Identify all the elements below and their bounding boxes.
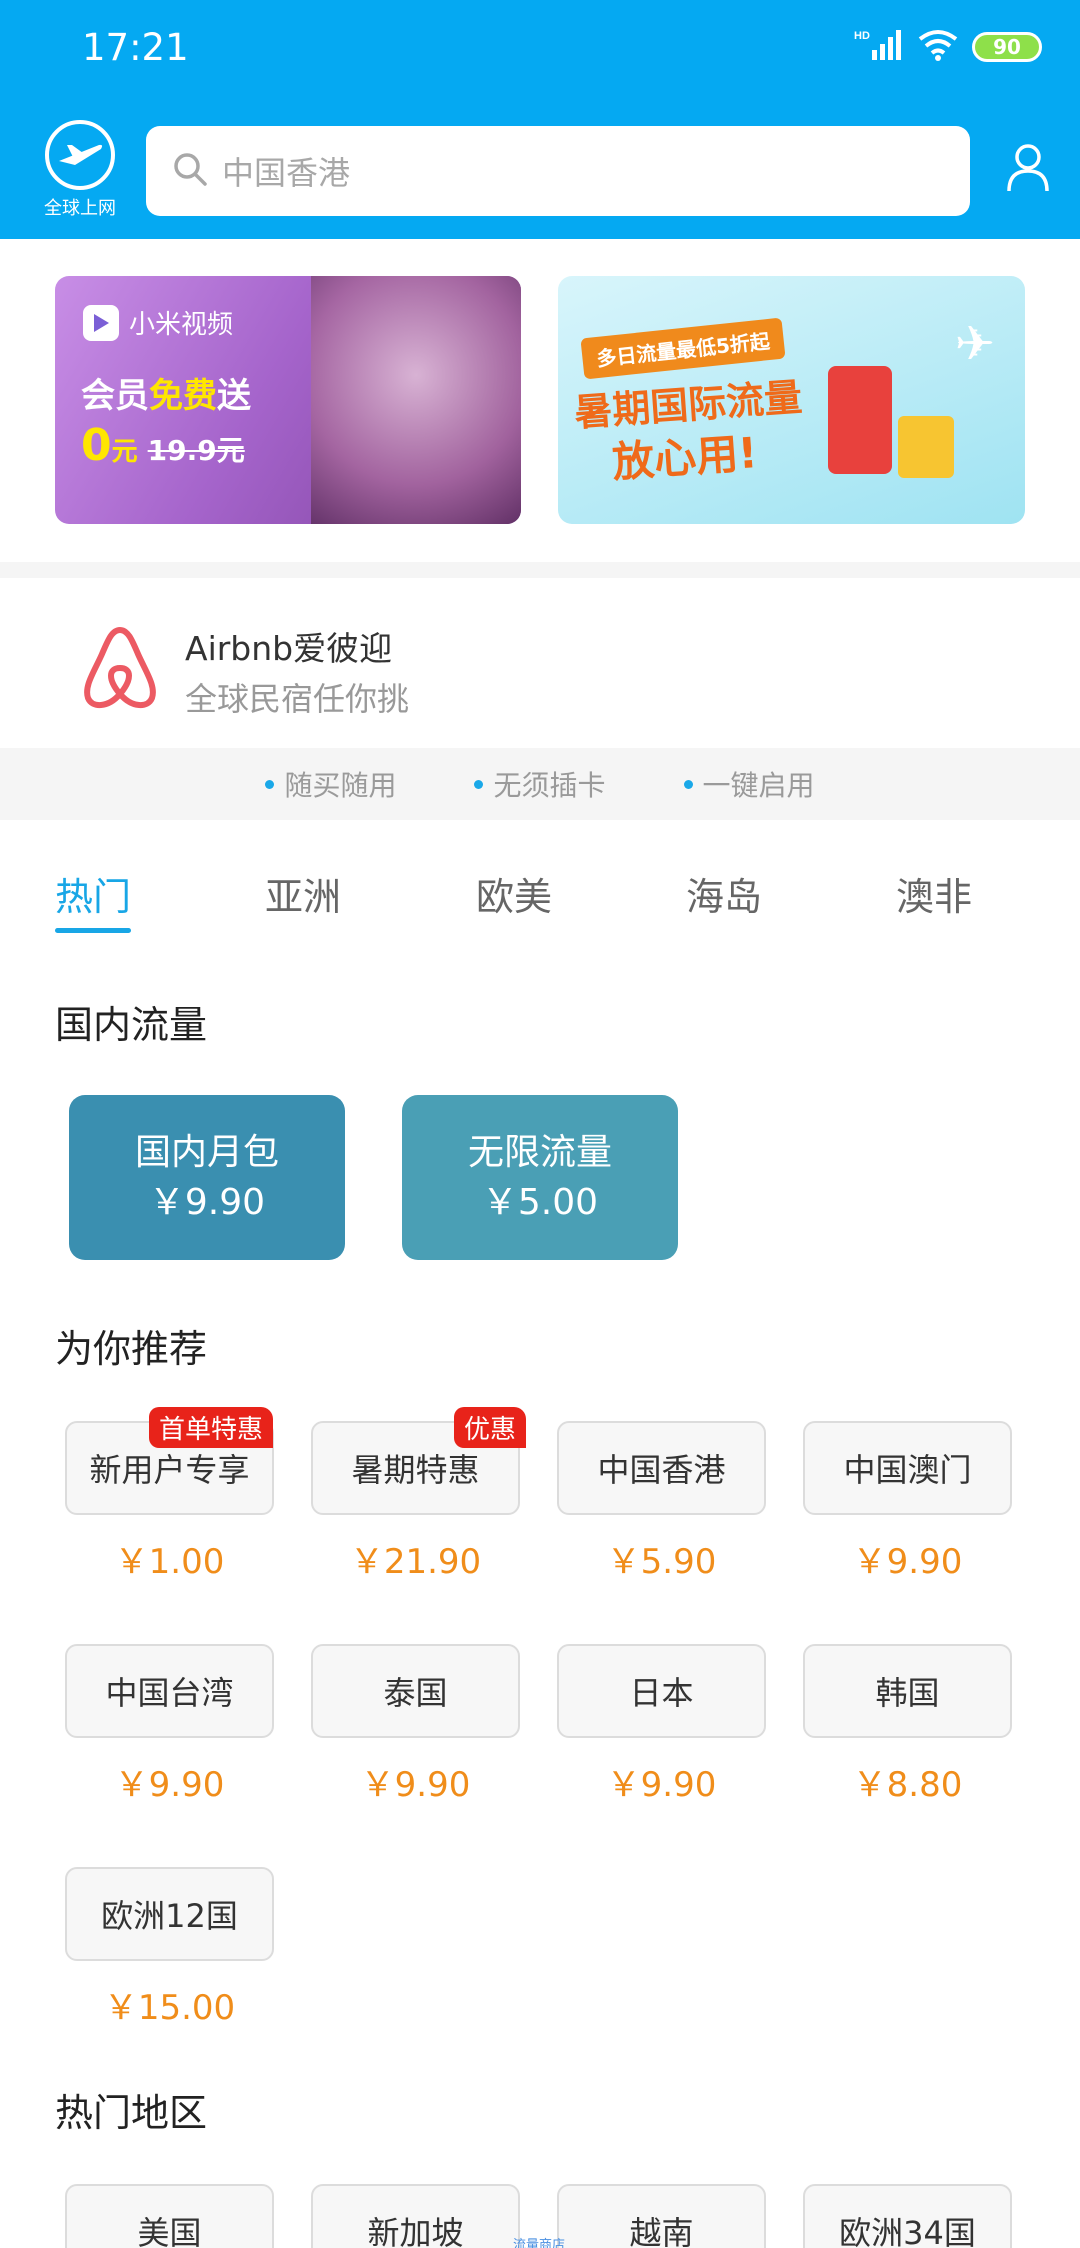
- watermark: 流量商店: [513, 2238, 566, 2248]
- card-name: 国内月包: [134, 1131, 279, 1173]
- logo-text: 全球上网: [44, 198, 116, 219]
- feature-strip: 随买随用 无须插卡 一键启用: [0, 748, 1080, 820]
- divider: [0, 562, 1080, 578]
- card-name: 无限流量: [467, 1131, 612, 1173]
- bullet-icon: [474, 779, 484, 789]
- suitcase-image: [828, 366, 892, 474]
- package-price: ￥9.90: [114, 1765, 225, 1805]
- package-price: ￥9.90: [852, 1542, 963, 1582]
- region-europe-34[interactable]: 欧洲34国: [803, 2184, 1012, 2248]
- package-taiwan[interactable]: 中国台湾: [65, 1644, 274, 1738]
- bullet-icon: [683, 779, 693, 789]
- banner-headline-b: 免费: [149, 376, 217, 416]
- search-placeholder: 中国香港: [222, 154, 351, 192]
- app-logo[interactable]: 全球上网: [36, 120, 124, 220]
- tab-europe-america[interactable]: 欧美: [476, 866, 552, 921]
- luggage-image: [898, 416, 954, 478]
- section-title-domestic: 国内流量: [55, 1003, 208, 1047]
- banner-figure-image: [311, 276, 521, 524]
- region-vietnam[interactable]: 越南: [557, 2184, 766, 2248]
- package-price: ￥1.00: [114, 1542, 225, 1582]
- search-bar[interactable]: 中国香港: [146, 126, 970, 216]
- banner-price: 0元 19.9元: [81, 420, 245, 471]
- airplane-icon: ✈: [954, 316, 995, 372]
- banner-headline: 会员免费送: [81, 368, 251, 417]
- banner-headline-c: 送: [217, 376, 251, 416]
- banner-brand: 小米视频: [83, 304, 233, 341]
- package-price: ￥9.90: [606, 1765, 717, 1805]
- tab-islands[interactable]: 海岛: [686, 866, 762, 921]
- status-icons: HD 90: [854, 28, 1042, 66]
- card-price: ￥5.00: [481, 1181, 599, 1223]
- section-title-hot: 热门地区: [55, 2091, 208, 2135]
- package-price: ￥21.90: [349, 1542, 482, 1582]
- package-price: ￥5.90: [606, 1542, 717, 1582]
- package-price: ￥8.80: [852, 1765, 963, 1805]
- section-title-recommend: 为你推荐: [55, 1327, 208, 1371]
- package-price: ￥15.00: [103, 1988, 236, 2028]
- bullet-icon: [265, 779, 275, 789]
- feature-item: 一键启用: [683, 764, 815, 804]
- airbnb-logo-icon[interactable]: [78, 624, 162, 714]
- user-icon[interactable]: [1006, 143, 1050, 197]
- tab-oceania-africa[interactable]: 澳非: [896, 866, 972, 921]
- package-europe-12[interactable]: 欧洲12国: [65, 1867, 274, 1961]
- badge-discount: 优惠: [454, 1407, 527, 1448]
- banner-price-new: 0: [81, 420, 112, 471]
- banner-subtitle: 放心用!: [610, 427, 759, 487]
- play-icon: [83, 304, 119, 341]
- feature-label: 无须插卡: [493, 769, 606, 802]
- badge-first-order: 首单特惠: [149, 1407, 274, 1448]
- package-hongkong[interactable]: 中国香港: [557, 1421, 766, 1515]
- wifi-icon: [918, 29, 958, 65]
- tab-indicator: [55, 928, 131, 933]
- region-tabs: 热门 亚洲 欧美 海岛 澳非: [0, 866, 1080, 933]
- app-header: 17:21 HD 90 全球上网 中国香港: [0, 0, 1080, 239]
- banner-price-old: 19.9元: [147, 434, 245, 467]
- battery-indicator: 90: [972, 32, 1042, 62]
- card-price: ￥9.90: [148, 1181, 266, 1223]
- banner-summer-roaming[interactable]: ✈ 多日流量最低5折起 暑期国际流量 放心用!: [558, 276, 1025, 524]
- domestic-monthly-card[interactable]: 国内月包 ￥9.90: [69, 1095, 345, 1260]
- package-macau[interactable]: 中国澳门: [803, 1421, 1012, 1515]
- promo-subtitle: 全球民宿任你挑: [185, 680, 410, 718]
- domestic-unlimited-card[interactable]: 无限流量 ￥5.00: [402, 1095, 678, 1260]
- banner-headline-a: 会员: [81, 376, 149, 416]
- search-icon: [172, 151, 208, 191]
- region-usa[interactable]: 美国: [65, 2184, 274, 2248]
- package-price: ￥9.90: [360, 1765, 471, 1805]
- promo-title[interactable]: Airbnb爱彼迎: [185, 622, 392, 670]
- package-korea[interactable]: 韩国: [803, 1644, 1012, 1738]
- feature-item: 随买随用: [265, 764, 396, 804]
- banner-price-unit: 元: [111, 437, 138, 467]
- region-singapore[interactable]: 新加坡: [311, 2184, 520, 2248]
- tab-hot[interactable]: 热门: [55, 866, 131, 921]
- feature-label: 一键启用: [702, 769, 815, 802]
- feature-label: 随买随用: [284, 769, 397, 802]
- package-thailand[interactable]: 泰国: [311, 1644, 520, 1738]
- banner-brand-label: 小米视频: [129, 310, 234, 340]
- signal-icon: HD: [854, 28, 904, 66]
- banner-xiaomi-video[interactable]: 小米视频 会员免费送 0元 19.9元: [55, 276, 521, 524]
- package-japan[interactable]: 日本: [557, 1644, 766, 1738]
- feature-item: 无须插卡: [474, 764, 606, 804]
- tab-asia[interactable]: 亚洲: [265, 866, 341, 921]
- plane-icon: [45, 120, 115, 190]
- hd-label: HD: [854, 30, 870, 42]
- status-time: 17:21: [82, 26, 189, 69]
